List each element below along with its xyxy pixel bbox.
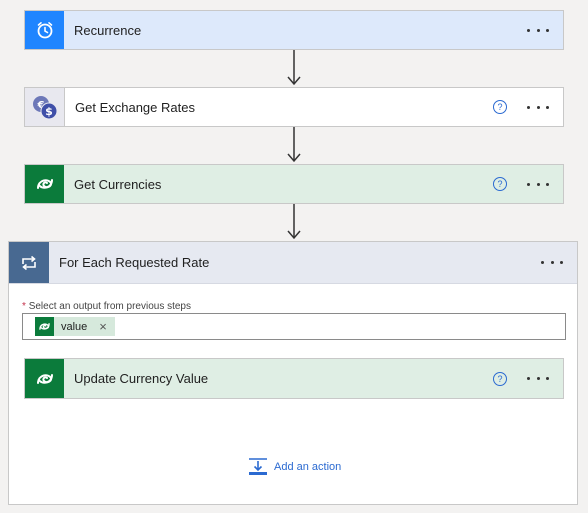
recurrence-step[interactable]: Recurrence bbox=[24, 10, 564, 50]
help-icon[interactable]: ? bbox=[493, 177, 507, 191]
add-action-icon bbox=[249, 458, 267, 475]
update-currency-value-step[interactable]: Update Currency Value ? bbox=[24, 358, 564, 399]
loop-icon bbox=[9, 242, 49, 283]
dataverse-icon bbox=[25, 359, 64, 398]
currency-exchange-icon: € $ bbox=[25, 88, 65, 126]
get-exchange-rates-more-menu[interactable] bbox=[527, 102, 549, 112]
get-currencies-title: Get Currencies bbox=[74, 176, 162, 192]
update-currency-value-more-menu[interactable] bbox=[527, 374, 549, 384]
for-each-title: For Each Requested Rate bbox=[59, 255, 210, 270]
alarm-clock-icon bbox=[25, 11, 64, 49]
dataverse-icon bbox=[35, 317, 54, 336]
select-output-field[interactable]: value × bbox=[22, 313, 566, 340]
get-exchange-rates-title: Get Exchange Rates bbox=[75, 99, 195, 115]
connector-arrow bbox=[287, 204, 301, 240]
help-icon[interactable]: ? bbox=[493, 100, 507, 114]
recurrence-title: Recurrence bbox=[74, 22, 142, 38]
remove-token-icon[interactable]: × bbox=[99, 317, 107, 336]
for-each-more-menu[interactable] bbox=[541, 258, 563, 268]
for-each-scope: For Each Requested Rate * Select an outp… bbox=[8, 241, 578, 505]
dataverse-icon bbox=[25, 165, 64, 203]
add-action-label: Add an action bbox=[274, 461, 342, 473]
field-label: * Select an output from previous steps bbox=[22, 301, 191, 312]
help-icon[interactable]: ? bbox=[493, 371, 507, 386]
get-exchange-rates-step[interactable]: € $ Get Exchange Rates ? bbox=[24, 87, 564, 127]
required-marker: * bbox=[22, 301, 26, 312]
connector-arrow bbox=[287, 50, 301, 86]
field-label-text: Select an output from previous steps bbox=[28, 301, 191, 312]
get-currencies-step[interactable]: Get Currencies ? bbox=[24, 164, 564, 204]
for-each-header[interactable]: For Each Requested Rate bbox=[9, 242, 577, 284]
value-token[interactable]: value × bbox=[35, 317, 115, 336]
recurrence-more-menu[interactable] bbox=[527, 25, 549, 35]
get-currencies-more-menu[interactable] bbox=[527, 179, 549, 189]
connector-arrow bbox=[287, 127, 301, 163]
svg-text:$: $ bbox=[45, 105, 53, 118]
add-action-button[interactable]: Add an action bbox=[248, 458, 341, 476]
token-label: value bbox=[61, 320, 88, 333]
update-currency-value-title: Update Currency Value bbox=[74, 371, 209, 386]
